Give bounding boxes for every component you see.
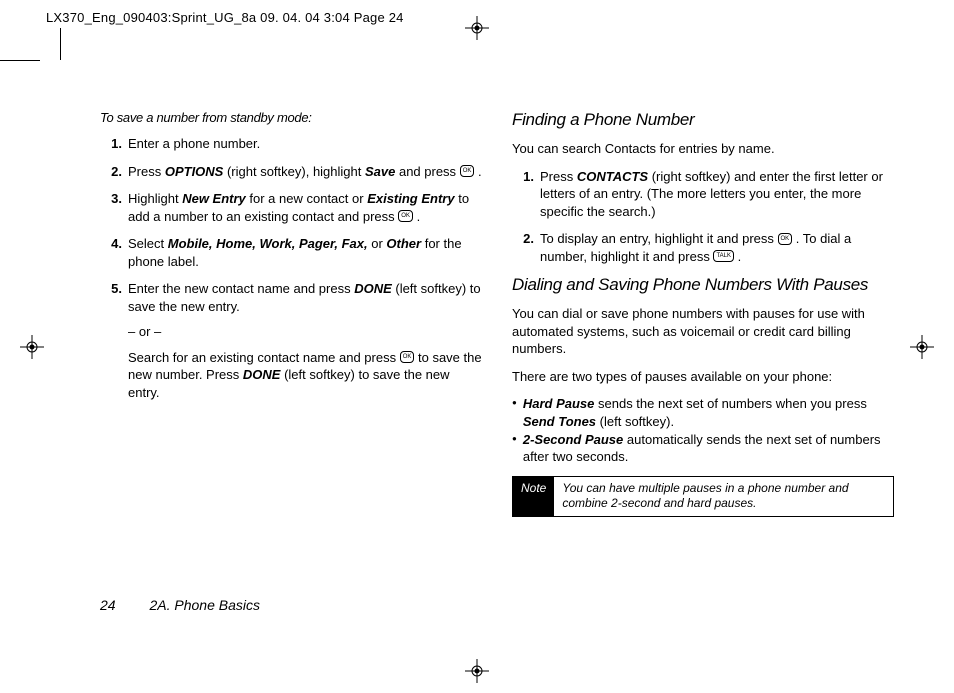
note-box: Note You can have multiple pauses in a p… [512,476,894,517]
section-name: 2A. Phone Basics [149,597,260,613]
right-column: Finding a Phone Number You can search Co… [512,110,894,517]
note-label: Note [513,477,554,516]
registration-mark-icon [465,659,489,683]
heading: Dialing and Saving Phone Numbers With Pa… [512,275,894,295]
step: 1.Enter a phone number. [100,135,482,153]
talk-key-icon: TALK [713,250,734,262]
paragraph: You can dial or save phone numbers with … [512,305,894,358]
paragraph: You can search Contacts for entries by n… [512,140,894,158]
print-header: LX370_Eng_090403:Sprint_UG_8a 09. 04. 04… [46,10,404,25]
section-intro: To save a number from standby mode: [100,110,482,125]
left-column: To save a number from standby mode: 1.En… [100,110,482,517]
crop-mark [0,60,40,61]
step: 4.Select Mobile, Home, Work, Pager, Fax,… [100,235,482,270]
step: 2.To display an entry, highlight it and … [512,230,894,265]
heading: Finding a Phone Number [512,110,894,130]
page-content: To save a number from standby mode: 1.En… [100,110,894,517]
registration-mark-icon [20,335,44,359]
step: 2.Press OPTIONS (right softkey), highlig… [100,163,482,181]
crop-mark [60,28,61,60]
step: 3.Highlight New Entry for a new contact … [100,190,482,225]
step: 5. Enter the new contact name and press … [100,280,482,401]
paragraph: There are two types of pauses available … [512,368,894,386]
note-text: You can have multiple pauses in a phone … [554,477,893,516]
page-number: 24 [100,597,116,613]
or-divider: – or – [128,323,482,341]
ok-key-icon: OK [460,165,475,177]
bullet: Hard Pause sends the next set of numbers… [512,395,894,430]
page-footer: 24 2A. Phone Basics [100,597,260,613]
bullet: 2-Second Pause automatically sends the n… [512,431,894,466]
ok-key-icon: OK [398,210,413,222]
ok-key-icon: OK [778,233,793,245]
registration-mark-icon [465,16,489,40]
registration-mark-icon [910,335,934,359]
step: 1.Press CONTACTS (right softkey) and ent… [512,168,894,221]
ok-key-icon: OK [400,351,415,363]
